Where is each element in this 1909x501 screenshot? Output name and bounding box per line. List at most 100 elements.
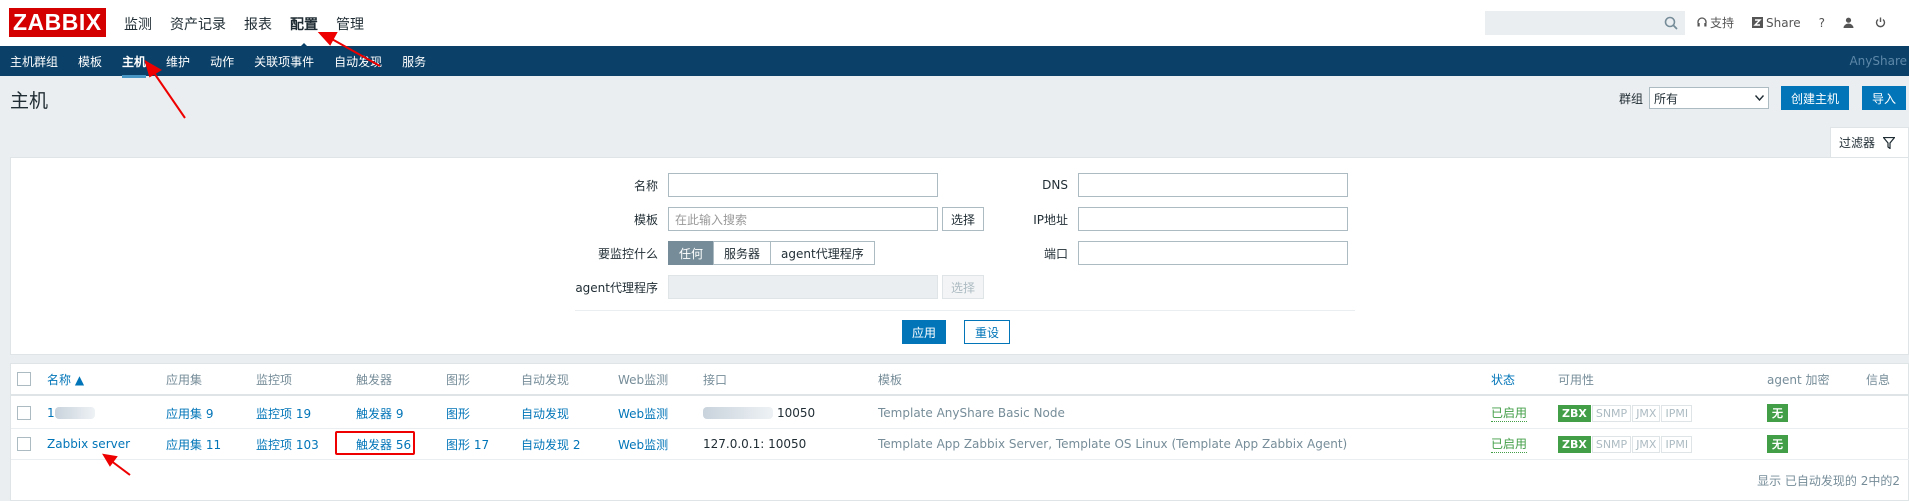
dns-input[interactable] (1078, 173, 1348, 197)
group-select[interactable]: 所有 (1649, 87, 1770, 109)
ipmi-availability-badge: IPMI (1661, 435, 1693, 453)
menu-monitoring[interactable]: 监测 (124, 14, 152, 50)
filter-icon (1883, 136, 1896, 149)
share-label: Share (1766, 15, 1801, 30)
subnav-host-groups[interactable]: 主机群组 (10, 53, 58, 70)
share-link[interactable]: Share (1752, 16, 1801, 30)
name-input[interactable] (668, 173, 938, 197)
filter-tab[interactable]: 过滤器 (1830, 127, 1909, 157)
search-icon[interactable] (1664, 16, 1678, 30)
chevron-down-icon (1755, 95, 1765, 101)
user-icon (1843, 17, 1854, 28)
header-apps: 应用集 (166, 372, 203, 387)
search-input[interactable] (1485, 11, 1685, 35)
template-label: 模板 (633, 212, 658, 227)
host-name-link[interactable]: Zabbix server (47, 437, 130, 451)
subnav-actions[interactable]: 动作 (210, 53, 234, 70)
subnav-templates[interactable]: 模板 (78, 53, 102, 70)
menu-administration[interactable]: 管理 (336, 14, 364, 50)
filter-tab-label: 过滤器 (1839, 136, 1876, 150)
main-menu: 监测 资产记录 报表 配置 管理 (124, 14, 382, 50)
graphs-link[interactable]: 图形 (446, 405, 470, 422)
subnav-maintenance[interactable]: 维护 (166, 53, 190, 70)
triggers-link[interactable]: 触发器 9 (356, 405, 403, 422)
monitor-option-any[interactable]: 任何 (668, 241, 715, 265)
web-link[interactable]: Web监测 (618, 436, 668, 453)
table-row: Zabbix server 应用集 11 监控项 103 触发器 56 图形 1… (11, 429, 1909, 460)
interface-text: 127.0.0.1: 10050 (703, 437, 807, 451)
header-status[interactable]: 状态 (1491, 371, 1515, 388)
subnav-hosts[interactable]: 主机 (122, 53, 147, 78)
annotation-highlight-box (335, 431, 415, 455)
apply-button[interactable]: 应用 (902, 320, 947, 344)
headset-icon (1697, 17, 1707, 27)
header-web: Web监测 (618, 372, 669, 387)
table-footer-count: 显示 已自动发现的 2中的2 (1757, 474, 1900, 488)
select-all-checkbox[interactable] (17, 372, 31, 386)
apps-link[interactable]: 应用集 9 (166, 405, 213, 422)
discovery-link[interactable]: 自动发现 (521, 405, 569, 422)
reset-button[interactable]: 重设 (964, 320, 1011, 344)
templates-text[interactable]: Template AnyShare Basic Node (878, 406, 1065, 420)
web-link[interactable]: Web监测 (618, 405, 668, 422)
redacted-text (54, 407, 95, 419)
interface-text: 10050 (777, 406, 816, 420)
help-button[interactable]: ? (1819, 16, 1825, 30)
graphs-link[interactable]: 图形 17 (446, 436, 489, 453)
subnav-event-correlation[interactable]: 关联项事件 (254, 53, 314, 70)
profile-button[interactable] (1843, 17, 1857, 28)
template-input[interactable]: 在此输入搜索 (668, 207, 938, 231)
monitor-label: 要监控什么 (597, 246, 658, 261)
ip-label: IP地址 (1033, 212, 1068, 227)
table-header: 名称 ▲ 应用集 监控项 触发器 图形 自动发现 Web监测 接口 模板 状态 … (11, 364, 1909, 396)
host-name-link[interactable]: 1 (47, 406, 55, 420)
ip-input[interactable] (1078, 207, 1348, 231)
menu-reports[interactable]: 报表 (244, 14, 272, 50)
apps-link[interactable]: 应用集 11 (166, 436, 221, 453)
power-icon (1875, 17, 1886, 28)
header-items: 监控项 (256, 372, 293, 387)
zabbix-logo[interactable]: ZABBIX (9, 8, 106, 37)
status-badge[interactable]: 已启用 (1491, 404, 1528, 422)
row-checkbox[interactable] (17, 406, 31, 420)
filter-template-row: 模板 在此输入搜索 选择 (558, 207, 985, 231)
jmx-availability-badge: JMX (1632, 404, 1661, 422)
menu-inventory[interactable]: 资产记录 (170, 14, 226, 50)
items-link[interactable]: 监控项 19 (256, 405, 311, 422)
create-host-button[interactable]: 创建主机 (1781, 86, 1850, 110)
subnav-discovery[interactable]: 自动发现 (334, 53, 382, 70)
row-checkbox[interactable] (17, 437, 31, 451)
hosts-table: 名称 ▲ 应用集 监控项 触发器 图形 自动发现 Web监测 接口 模板 状态 … (10, 363, 1909, 501)
filter-name-row: 名称 (558, 173, 938, 197)
header-templates: 模板 (878, 372, 903, 387)
table-row: 1 应用集 9 监控项 19 触发器 9 图形 自动发现 Web监测 10050… (11, 398, 1909, 429)
filter-proxy-row: agent代理程序 选择 (558, 275, 985, 299)
monitor-option-server[interactable]: 服务器 (713, 241, 772, 265)
top-header: ZABBIX 监测 资产记录 报表 配置 管理 支持 Share ? (0, 0, 1909, 46)
subnav-services[interactable]: 服务 (402, 53, 426, 70)
menu-configuration[interactable]: 配置 (290, 14, 318, 50)
jmx-availability-badge: JMX (1632, 435, 1661, 453)
filter-divider (575, 310, 1355, 311)
help-icon: ? (1818, 15, 1826, 30)
monitor-option-proxy[interactable]: agent代理程序 (770, 241, 875, 265)
port-input[interactable] (1078, 241, 1348, 265)
discovery-link[interactable]: 自动发现 2 (521, 436, 580, 453)
proxy-select-button: 选择 (942, 275, 985, 299)
import-button[interactable]: 导入 (1862, 86, 1907, 110)
filter-ip-row: IP地址 (968, 207, 1348, 231)
ipmi-availability-badge: IPMI (1661, 404, 1693, 422)
filter-port-row: 端口 (968, 241, 1348, 265)
items-link[interactable]: 监控项 103 (256, 436, 319, 453)
logout-button[interactable] (1875, 17, 1889, 28)
templates-text[interactable]: Template App Zabbix Server, Template OS … (878, 437, 1347, 451)
header-tools: 支持 Share ? (1697, 14, 1907, 31)
share-z-icon (1752, 17, 1764, 28)
header-triggers: 触发器 (356, 372, 393, 387)
header-name[interactable]: 名称 ▲ (47, 371, 84, 388)
zbx-availability-badge: ZBX (1558, 435, 1591, 453)
header-encryption: agent 加密 (1767, 372, 1830, 387)
status-badge[interactable]: 已启用 (1491, 435, 1528, 453)
support-link[interactable]: 支持 (1697, 14, 1734, 31)
filter-monitor-row: 要监控什么 任何 服务器 agent代理程序 (558, 241, 875, 265)
